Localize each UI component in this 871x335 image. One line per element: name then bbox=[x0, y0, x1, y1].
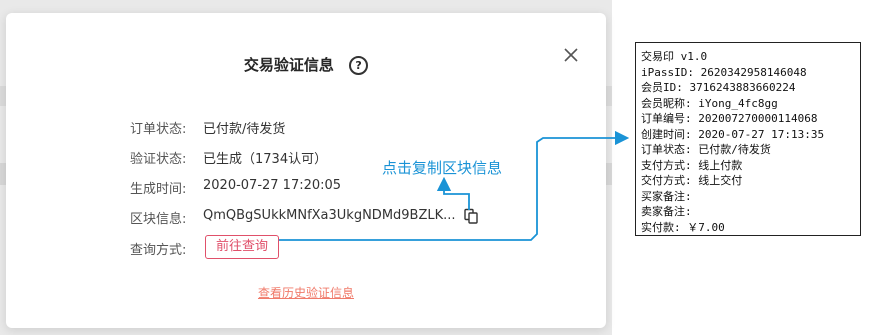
go-query-button[interactable]: 前往查询 bbox=[205, 235, 279, 259]
row-label: 订单状态: bbox=[130, 122, 187, 137]
receipt-line: 买家备注: bbox=[641, 189, 692, 203]
receipt-line: 订单编号: 202007270000114068 bbox=[641, 112, 818, 125]
receipt-line: 会员ID: 3716243883660224 bbox=[641, 81, 796, 94]
receipt-line: 交付方式: 线上交付 bbox=[641, 174, 743, 187]
close-icon[interactable] bbox=[562, 46, 580, 64]
receipt-line: 支付方式: 线上付款 bbox=[641, 158, 743, 172]
receipt-line: 会员昵称: iYong_4fc8gg bbox=[641, 96, 778, 110]
row-label: 验证状态: bbox=[130, 152, 187, 167]
receipt-line: 实付款: ￥7.00 bbox=[641, 220, 725, 234]
row-value: 2020-07-27 17:20:05 bbox=[203, 178, 342, 193]
question-circle-icon[interactable]: ? bbox=[349, 56, 369, 75]
block-hash-value: QmQBgSUkkMNfXa3UkgNDMd9BZLK... bbox=[203, 208, 456, 223]
receipt-line: iPassID: 2620342958146048 bbox=[641, 65, 807, 79]
copy-icon[interactable] bbox=[463, 208, 479, 224]
receipt-panel: 交易印 v1.0 iPassID: 2620342958146048 会员ID:… bbox=[635, 42, 861, 236]
modal-title-text: 交易验证信息 bbox=[243, 56, 334, 74]
receipt-line: 创建时间: 2020-07-27 17:13:35 bbox=[641, 127, 825, 141]
block-info-row: 区块信息: QmQBgSUkkMNfXa3UkgNDMd9BZLK... bbox=[6, 208, 606, 230]
row-label: 查询方式: bbox=[130, 243, 187, 258]
annotation-copy-hint: 点击复制区块信息 bbox=[382, 159, 503, 177]
row-label: 区块信息: bbox=[130, 212, 187, 227]
receipt-line: 订单状态: 已付款/待发货 bbox=[641, 143, 771, 156]
row-value: 已付款/待发货 bbox=[203, 122, 286, 137]
receipt-line: 卖家备注: bbox=[641, 205, 692, 218]
receipt-line: 交易印 v1.0 bbox=[641, 50, 708, 63]
history-verification-link[interactable]: 查看历史验证信息 bbox=[6, 284, 606, 301]
row-value: 已生成（1734认可） bbox=[203, 152, 328, 167]
row-label: 生成时间: bbox=[130, 182, 187, 197]
verification-modal: 交易验证信息 ? 订单状态: 已付款/待发货 验证状态: 已生成（1734认可）… bbox=[6, 13, 606, 328]
modal-title: 交易验证信息 ? bbox=[6, 54, 606, 75]
